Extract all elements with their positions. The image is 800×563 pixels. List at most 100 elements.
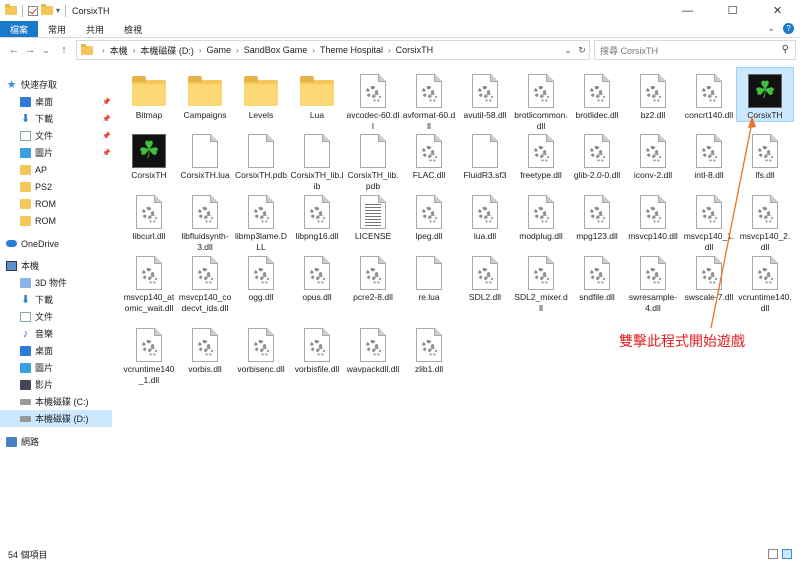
file-item[interactable]: CorsixTH_lib.pdb (345, 128, 401, 192)
file-item[interactable]: concrt140.dll (681, 68, 737, 121)
file-item[interactable]: FluidR3.sf3 (457, 128, 513, 181)
details-view-icon[interactable] (768, 549, 778, 559)
file-item[interactable]: msvcp140_atomic_wait.dll (121, 250, 177, 314)
large-icons-view-icon[interactable] (782, 549, 792, 559)
file-item[interactable]: msvcp140_2.dll (737, 189, 793, 253)
file-item[interactable]: modplug.dll (513, 189, 569, 242)
file-item[interactable]: msvcp140_codecvt_ids.dll (177, 250, 233, 314)
sidebar-item[interactable]: 文件 📌 (0, 127, 112, 144)
file-item[interactable]: opus.dll (289, 250, 345, 303)
file-item[interactable]: vcruntime140_1.dll (121, 322, 177, 386)
properties-icon[interactable] (28, 5, 38, 16)
file-item[interactable]: lpeg.dll (401, 189, 457, 242)
file-item[interactable]: libmp3lame.DLL (233, 189, 289, 253)
sidebar-item[interactable]: 圖片 (0, 359, 112, 376)
file-item[interactable]: swresample-4.dll (625, 250, 681, 314)
breadcrumb-theme-hospital[interactable]: Theme Hospital (320, 45, 383, 55)
up-button[interactable]: ↑ (56, 42, 72, 58)
file-item[interactable]: iconv-2.dll (625, 128, 681, 181)
sidebar-item[interactable]: 桌面 (0, 342, 112, 359)
breadcrumb-drive-d[interactable]: 本機磁碟 (D:) (140, 44, 194, 57)
file-item[interactable]: avutil-58.dll (457, 68, 513, 121)
file-item[interactable]: SDL2.dll (457, 250, 513, 303)
sidebar-item[interactable]: AP (0, 161, 112, 178)
file-item[interactable]: vorbisfile.dll (289, 322, 345, 375)
file-item[interactable]: bz2.dll (625, 68, 681, 121)
file-item[interactable]: ☘ CorsixTH (121, 128, 177, 181)
sidebar-item[interactable]: 影片 (0, 376, 112, 393)
breadcrumb-this-pc[interactable]: 本機 (110, 44, 128, 57)
file-item[interactable]: glib-2.0-0.dll (569, 128, 625, 181)
sidebar-item[interactable]: ★ 快速存取 (0, 76, 112, 93)
address-dropdown-icon[interactable]: ⌄ (561, 45, 575, 56)
sidebar-item[interactable]: 本機磁碟 (C:) (0, 393, 112, 410)
file-item[interactable]: pcre2-8.dll (345, 250, 401, 303)
tab-share[interactable]: 共用 (76, 21, 114, 37)
sidebar-item[interactable]: OneDrive (0, 235, 112, 252)
customize-toolbar-icon[interactable]: ▾ (56, 6, 60, 15)
file-item[interactable]: swscale-7.dll (681, 250, 737, 303)
folder-item[interactable]: Levels (233, 68, 289, 121)
file-item[interactable]: zlib1.dll (401, 322, 457, 375)
sidebar-item[interactable]: ROM (0, 195, 112, 212)
search-input[interactable]: 搜尋 CorsixTH ⚲ (594, 40, 796, 60)
refresh-icon[interactable]: ↻ (575, 45, 589, 56)
sidebar-item[interactable]: ROM (0, 212, 112, 229)
back-button[interactable]: ← (6, 42, 22, 58)
file-item[interactable]: ☘ CorsixTH (736, 67, 794, 122)
file-item[interactable]: re.lua (401, 250, 457, 303)
sidebar-item[interactable]: 網路 (0, 433, 112, 450)
new-folder-icon[interactable] (41, 4, 53, 15)
sidebar-item[interactable]: 文件 (0, 308, 112, 325)
file-item[interactable]: CorsixTH_lib.lib (289, 128, 345, 192)
folder-item[interactable]: Campaigns (177, 68, 233, 121)
sidebar-item[interactable]: ⬇ 下載 📌 (0, 110, 112, 127)
file-item[interactable]: libcurl.dll (121, 189, 177, 242)
minimize-button[interactable]: — (665, 0, 710, 21)
file-item[interactable]: msvcp140.dll (625, 189, 681, 242)
help-icon[interactable]: ? (783, 23, 794, 34)
sidebar-item[interactable]: 3D 物件 (0, 274, 112, 291)
file-item[interactable]: SDL2_mixer.dll (513, 250, 569, 314)
breadcrumb-game[interactable]: Game (207, 45, 232, 55)
file-item[interactable]: lfs.dll (737, 128, 793, 181)
tab-home[interactable]: 常用 (38, 21, 76, 37)
folder-item[interactable]: Bitmap (121, 68, 177, 121)
sidebar-item[interactable]: 本機磁碟 (D:) (0, 410, 112, 427)
file-item[interactable]: vorbis.dll (177, 322, 233, 375)
close-button[interactable]: ✕ (755, 0, 800, 21)
sidebar-item[interactable]: 圖片 📌 (0, 144, 112, 161)
forward-button[interactable]: → (22, 42, 38, 58)
recent-locations-button[interactable]: ⌄ (38, 42, 54, 58)
file-item[interactable]: CorsixTH.lua (177, 128, 233, 181)
breadcrumb-corsixth[interactable]: CorsixTH (396, 45, 434, 55)
file-item[interactable]: brotlicommon.dll (513, 68, 569, 132)
maximize-button[interactable]: ☐ (710, 0, 755, 21)
file-item[interactable]: ogg.dll (233, 250, 289, 303)
sidebar-item[interactable]: ⬇ 下載 (0, 291, 112, 308)
file-item[interactable]: sndfile.dll (569, 250, 625, 303)
sidebar-item[interactable]: PS2 (0, 178, 112, 195)
file-item[interactable]: lua.dll (457, 189, 513, 242)
file-item[interactable]: LICENSE (345, 189, 401, 242)
file-item[interactable]: mpg123.dll (569, 189, 625, 242)
file-item[interactable]: brotlidec.dll (569, 68, 625, 121)
file-item[interactable]: msvcp140_1.dll (681, 189, 737, 253)
address-bar[interactable]: › 本機 › 本機磁碟 (D:) › Game › SandBox Game ›… (76, 40, 590, 60)
breadcrumb-sandbox-game[interactable]: SandBox Game (244, 45, 308, 55)
file-item[interactable]: wavpackdll.dll (345, 322, 401, 375)
sidebar-item[interactable]: 本機 (0, 257, 112, 274)
file-item[interactable]: freetype.dll (513, 128, 569, 181)
tab-file[interactable]: 檔案 (0, 21, 39, 37)
file-item[interactable]: avcodec-60.dll (345, 68, 401, 132)
folder-item[interactable]: Lua (289, 68, 345, 121)
file-item[interactable]: libpng16.dll (289, 189, 345, 242)
sidebar-item[interactable]: ♪ 音樂 (0, 325, 112, 342)
file-item[interactable]: vcruntime140.dll (737, 250, 793, 314)
file-item[interactable]: intl-8.dll (681, 128, 737, 181)
file-item[interactable]: CorsixTH.pdb (233, 128, 289, 181)
sidebar-item[interactable]: 桌面 📌 (0, 93, 112, 110)
file-item[interactable]: FLAC.dll (401, 128, 457, 181)
file-item[interactable]: libfluidsynth-3.dll (177, 189, 233, 253)
tab-view[interactable]: 檢視 (114, 21, 152, 37)
